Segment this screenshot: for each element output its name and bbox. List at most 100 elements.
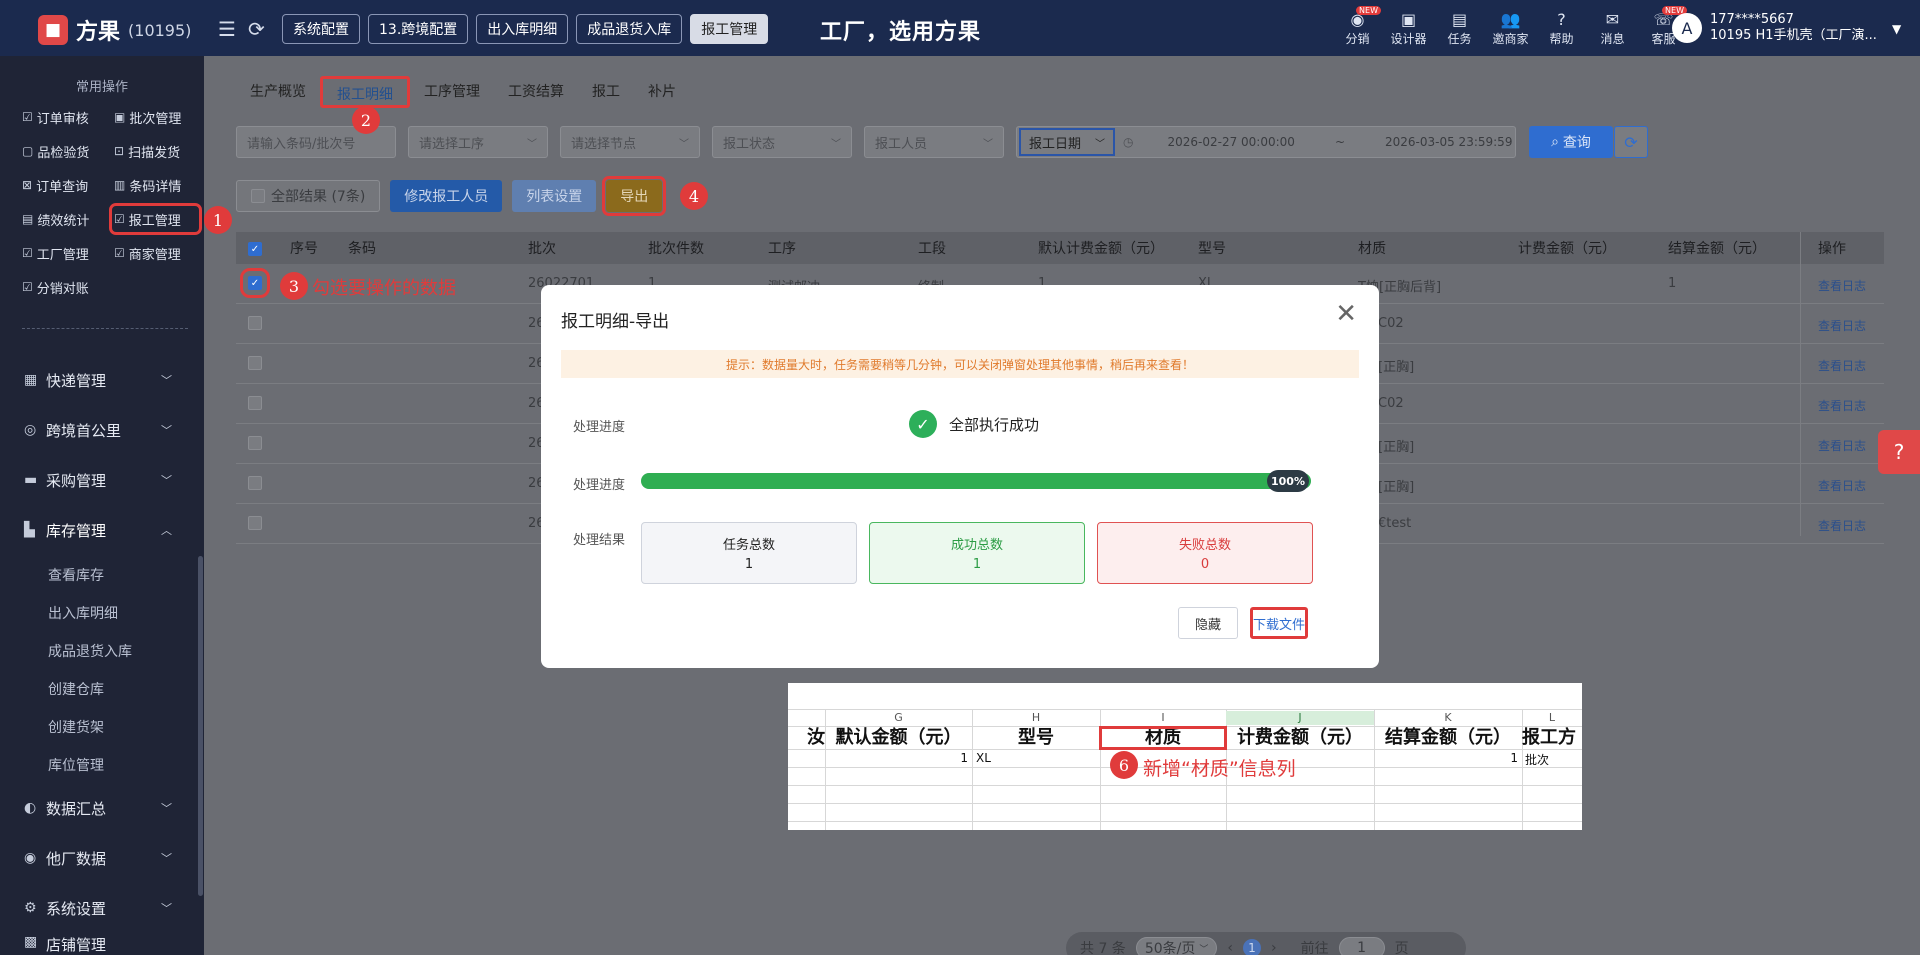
row-checkbox[interactable]: ✓ (240, 268, 270, 298)
header-checkbox[interactable]: ✓ (248, 240, 262, 256)
status-select[interactable]: 报工状态 ﹀ (712, 126, 852, 158)
menu-express[interactable]: ▦ 快递管理 ﹀ (0, 361, 200, 399)
modify-worker-button[interactable]: 修改报工人员 (390, 180, 503, 212)
download-button[interactable]: 下载文件 (1250, 607, 1308, 639)
submenu-item[interactable]: 成品退货入库 (48, 641, 132, 661)
close-icon[interactable]: ✕ (1335, 299, 1357, 329)
menu-other-factory[interactable]: ◉ 他厂数据 ﹀ (0, 839, 200, 877)
hide-button[interactable]: 隐藏 (1178, 607, 1238, 639)
tab-report[interactable]: 报工 (578, 76, 634, 108)
row-checkbox[interactable] (248, 356, 262, 370)
chevron-down-icon: ﹀ (983, 138, 993, 150)
menu-store[interactable]: ▩ 店铺管理 (0, 934, 200, 954)
page-size-select[interactable]: 50条/页 ﹀ (1135, 937, 1218, 955)
column-letter[interactable]: J (1226, 711, 1374, 725)
menu-settings[interactable]: ⚙ 系统设置 ﹀ (0, 889, 200, 927)
row-checkbox[interactable] (248, 476, 262, 490)
quick-item[interactable]: ▢ 品检验货 (22, 140, 114, 162)
menu-purchase[interactable]: ▬ 采购管理 ﹀ (0, 461, 200, 499)
column-letter[interactable]: H (972, 711, 1100, 725)
sidebar-scrollbar[interactable] (198, 556, 203, 896)
quick-tab[interactable]: 系统配置 (282, 14, 360, 44)
chevron-down-icon: ﹀ (1095, 138, 1105, 150)
checkbox[interactable] (251, 189, 265, 203)
checkbox-icon: ☑ (114, 212, 125, 226)
tool-label: 邀商家 (1492, 32, 1529, 46)
tab-overview[interactable]: 生产概览 (236, 76, 320, 108)
row-checkbox[interactable] (248, 436, 262, 450)
step-marker: 1 (204, 206, 232, 234)
tool-task[interactable]: ▤ 任务 (1434, 10, 1485, 47)
caret-down-icon[interactable]: ▼ (1892, 22, 1901, 36)
submenu-item[interactable]: 创建货架 (48, 717, 104, 737)
column-letter[interactable]: G (825, 711, 972, 725)
cell-material: C02 (1378, 396, 1404, 411)
quick-item[interactable]: ▥ 条码详情 (114, 174, 197, 196)
column-header: 条码 (348, 241, 376, 257)
tool-invite[interactable]: 👥 邀商家 (1485, 10, 1536, 47)
menu-data-summary[interactable]: ◐ 数据汇总 ﹀ (0, 789, 200, 827)
menu-label: 快递管理 (46, 371, 107, 390)
quick-item[interactable]: ☑ 分销对账 (22, 276, 114, 298)
menu-crossborder[interactable]: ◎ 跨境首公里 ﹀ (0, 411, 200, 449)
quick-tab-active[interactable]: 报工管理 (690, 14, 769, 44)
column-header: 结算金额（元） (1668, 241, 1766, 257)
query-button[interactable]: ⌕ 查询 (1529, 126, 1613, 158)
tool-designer[interactable]: ▣ 设计器 (1383, 10, 1434, 47)
quick-item-report-management[interactable]: ☑ 报工管理 (109, 203, 202, 235)
row-checkbox[interactable] (248, 516, 262, 530)
submenu-item[interactable]: 查看库存 (48, 565, 104, 585)
select-all-results[interactable]: 全部结果 (7条) (236, 180, 381, 212)
quick-item[interactable]: ⊠ 订单查询 (22, 174, 114, 196)
tool-message[interactable]: ✉ 消息 (1587, 10, 1638, 47)
quick-tab[interactable]: 出入库明细 (476, 14, 569, 44)
process-select[interactable]: 请选择工序 ﹀ (408, 126, 548, 158)
date-from[interactable]: 2026-02-27 00:00:00 (1167, 135, 1294, 149)
column-letter[interactable]: L (1522, 711, 1582, 725)
quick-item[interactable]: ☑ 订单审核 (22, 106, 114, 128)
prev-page-icon[interactable]: ‹ (1227, 940, 1233, 955)
quick-tab[interactable]: 成品退货入库 (576, 14, 683, 44)
tool-distribution[interactable]: NEW ◉ 分销 (1332, 6, 1383, 47)
quick-item[interactable]: ▤ 绩效统计 (22, 208, 114, 230)
tab-process[interactable]: 工序管理 (410, 76, 494, 108)
column-letter[interactable]: I (1100, 711, 1226, 725)
refresh-icon[interactable]: ⟳ (248, 17, 265, 41)
submenu-item[interactable]: 创建仓库 (48, 679, 104, 699)
submenu-item[interactable]: 出入库明细 (48, 603, 118, 623)
quick-item[interactable]: ☑ 商家管理 (114, 242, 197, 264)
tab-report-detail[interactable]: 报工明细 (320, 76, 410, 108)
refresh-button[interactable]: ⟳ (1614, 126, 1648, 158)
menu-toggle-icon[interactable]: ☰ (218, 17, 236, 41)
menu-label: 他厂数据 (46, 849, 107, 868)
tab-patch[interactable]: 补片 (634, 76, 690, 108)
user-menu[interactable]: A 177****5667 10195 H1手机壳（工厂演... (1672, 12, 1877, 44)
next-page-icon[interactable]: › (1271, 940, 1277, 955)
tab-salary[interactable]: 工资结算 (494, 76, 578, 108)
export-button[interactable]: 导出 (602, 176, 667, 216)
quick-item[interactable]: ⊡ 扫描发货 (114, 140, 197, 162)
dialog-title: 报工明细-导出 (561, 312, 670, 332)
date-type-select[interactable]: 报工日期 ﹀ (1019, 128, 1115, 156)
node-select[interactable]: 请选择节点 ﹀ (560, 126, 700, 158)
date-range-picker[interactable]: 报工日期 ﹀ ◷ 2026-02-27 00:00:00 ~ 2026-03-05… (1016, 126, 1516, 158)
goto-page-input[interactable]: 1 (1338, 937, 1385, 955)
person-select[interactable]: 报工人员 ﹀ (864, 126, 1004, 158)
row-checkbox[interactable] (248, 396, 262, 410)
help-float-button[interactable]: ? (1878, 430, 1920, 474)
quick-item[interactable]: ▣ 批次管理 (114, 106, 197, 128)
submenu-item[interactable]: 库位管理 (48, 755, 104, 775)
top-tools: NEW ◉ 分销 ▣ 设计器 ▤ 任务 👥 邀商家 ? 帮助 ✉ 消息 NEW ☏ 客服 (1332, 6, 1689, 47)
quick-item[interactable]: ☑ 工厂管理 (22, 242, 114, 264)
current-page[interactable]: 1 (1242, 939, 1261, 955)
logo-icon: ■ (38, 15, 68, 45)
row-checkbox[interactable] (248, 316, 262, 330)
app-logo[interactable]: ■ 方果 (10195) (38, 14, 191, 46)
date-to[interactable]: 2026-03-05 23:59:59 (1385, 135, 1512, 149)
menu-inventory[interactable]: ▙ 库存管理 ︿ (0, 511, 200, 549)
column-letter[interactable]: K (1374, 711, 1522, 725)
page-tabs: 生产概览 报工明细 工序管理 工资结算 报工 补片 (236, 76, 690, 108)
quick-tab[interactable]: 13.跨境配置 (368, 14, 469, 44)
column-settings-button[interactable]: 列表设置 (512, 180, 597, 212)
tool-help[interactable]: ? 帮助 (1536, 10, 1587, 47)
